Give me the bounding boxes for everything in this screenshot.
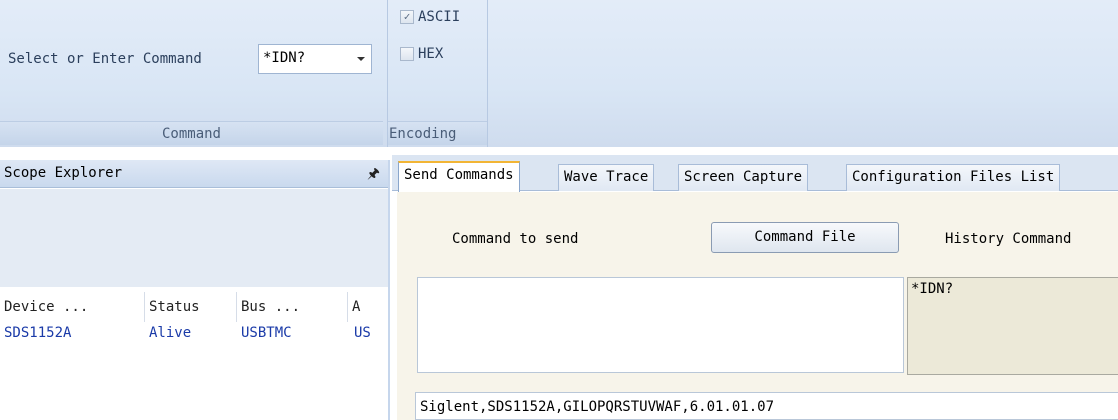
- address-cell[interactable]: US: [352, 325, 388, 341]
- history-command-list[interactable]: *IDN?: [907, 277, 1118, 375]
- ascii-label[interactable]: ASCII: [418, 9, 460, 25]
- pin-icon[interactable]: 🖈: [367, 163, 380, 187]
- command-label: Select or Enter Command: [8, 51, 202, 67]
- command-file-button[interactable]: Command File: [711, 222, 899, 253]
- column-header-address[interactable]: A: [348, 292, 388, 322]
- tab-send-commands[interactable]: Send Commands: [398, 161, 520, 192]
- history-item[interactable]: *IDN?: [911, 281, 953, 297]
- command-group: Select or Enter Command *IDN? Command: [0, 0, 383, 147]
- command-combobox[interactable]: *IDN?: [258, 44, 372, 74]
- hex-checkbox[interactable]: [400, 47, 414, 61]
- device-list-header: Device ... Status Bus ... A: [0, 287, 388, 325]
- column-header-device[interactable]: Device ...: [0, 292, 145, 322]
- status-cell[interactable]: Alive: [145, 325, 237, 341]
- command-group-label: Command: [0, 121, 383, 145]
- scope-explorer-pane: Scope Explorer 🖈 Device ... Status Bus .…: [0, 160, 390, 420]
- response-output[interactable]: Siglent,SDS1152A,GILOPQRSTUVWAF,6.01.01.…: [415, 392, 1118, 420]
- response-text: Siglent,SDS1152A,GILOPQRSTUVWAF,6.01.01.…: [420, 399, 775, 415]
- command-combobox-value[interactable]: *IDN?: [263, 50, 305, 66]
- scope-explorer-title: Scope Explorer: [4, 165, 123, 181]
- tab-screen-capture[interactable]: Screen Capture: [678, 164, 809, 191]
- command-input[interactable]: [417, 277, 904, 373]
- tab-configuration-files-list[interactable]: Configuration Files List: [846, 164, 1061, 191]
- command-to-send-label: Command to send: [452, 231, 579, 247]
- device-cell[interactable]: SDS1152A: [0, 325, 145, 341]
- encoding-group: ✓ ASCII HEX Encoding: [387, 0, 488, 147]
- main-pane: Send Commands Wave Trace Screen Capture …: [392, 155, 1118, 420]
- encoding-group-label: Encoding: [388, 121, 487, 145]
- column-header-bus[interactable]: Bus ...: [237, 292, 348, 322]
- send-commands-panel: Command to send Command File History Com…: [397, 192, 1118, 420]
- scope-explorer-titlebar: Scope Explorer 🖈: [0, 160, 388, 188]
- bus-cell[interactable]: USBTMC: [237, 325, 348, 341]
- column-header-status[interactable]: Status: [145, 292, 237, 322]
- hex-checkbox-row[interactable]: HEX: [400, 44, 443, 64]
- ribbon: Select or Enter Command *IDN? Command ✓ …: [0, 0, 1118, 147]
- scope-explorer-toolbar-area: [0, 189, 388, 287]
- history-command-label: History Command: [945, 231, 1072, 247]
- tab-wave-trace[interactable]: Wave Trace: [558, 164, 655, 191]
- device-row[interactable]: SDS1152A Alive USBTMC US: [0, 325, 388, 347]
- tab-strip: Send Commands Wave Trace Screen Capture …: [392, 155, 1118, 192]
- hex-label[interactable]: HEX: [418, 46, 443, 62]
- chevron-down-icon[interactable]: [357, 57, 365, 61]
- ascii-checkbox[interactable]: ✓: [400, 10, 414, 24]
- ascii-checkbox-row[interactable]: ✓ ASCII: [400, 7, 460, 27]
